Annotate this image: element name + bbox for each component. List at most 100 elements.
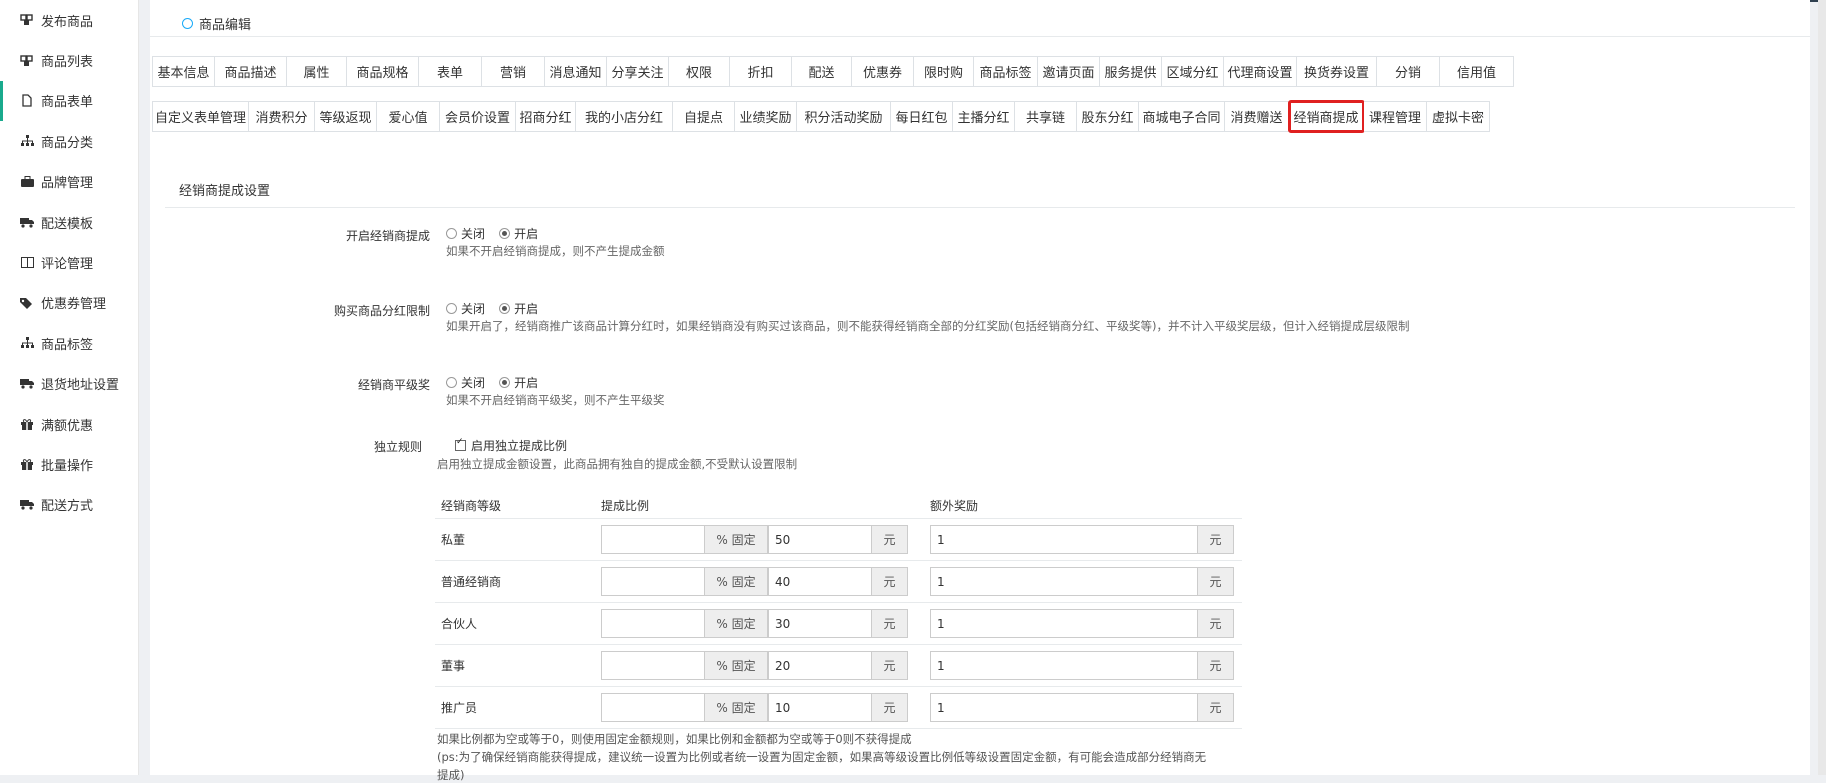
scrollbar[interactable]: [1818, 0, 1826, 775]
radio-circle[interactable]: [446, 377, 457, 388]
sidebar-item[interactable]: 批量操作: [0, 444, 138, 484]
note-2: (ps:为了确保经销商能获得提成，建议统一设置为比例或者统一设置为固定金额，如果…: [437, 750, 1207, 764]
tab[interactable]: 邀请页面: [1038, 56, 1100, 87]
tab[interactable]: 每日红包: [891, 101, 953, 132]
tab[interactable]: 经销商提成: [1288, 100, 1365, 133]
tab[interactable]: 基本信息: [152, 56, 215, 87]
ratio-input[interactable]: [601, 651, 705, 680]
tab[interactable]: 营销: [482, 56, 545, 87]
radio-circle[interactable]: [499, 303, 511, 314]
radio-peer-off[interactable]: 关闭: [446, 374, 485, 391]
extra-reward-input[interactable]: [930, 525, 1198, 554]
fixed-amount-input[interactable]: [768, 609, 872, 638]
tab[interactable]: 分享关注: [607, 56, 669, 87]
sidebar-item-label: 商品表单: [41, 95, 94, 111]
extra-reward-input[interactable]: [930, 693, 1198, 722]
tab[interactable]: 课程管理: [1364, 101, 1427, 132]
radio-enable-off[interactable]: 关闭: [446, 225, 485, 242]
tab[interactable]: 会员价设置: [440, 101, 516, 132]
radio-label: 关闭: [461, 376, 486, 390]
tab[interactable]: 代理商设置: [1224, 56, 1297, 87]
tab[interactable]: 服务提供: [1100, 56, 1162, 87]
fixed-amount-input[interactable]: [768, 693, 872, 722]
tab[interactable]: 商品规格: [347, 56, 419, 87]
tab[interactable]: 主播分红: [953, 101, 1015, 132]
sidebar-item-label: 批量操作: [41, 458, 94, 474]
tab[interactable]: 分销: [1377, 56, 1440, 87]
tab[interactable]: 积分活动奖励: [797, 101, 891, 132]
tab[interactable]: 商品标签: [974, 56, 1038, 87]
tab[interactable]: 等级返现: [315, 101, 377, 132]
extra-reward-input[interactable]: [930, 567, 1198, 596]
tab[interactable]: 消费赠送: [1225, 101, 1289, 132]
tab[interactable]: 换货券设置: [1297, 56, 1377, 87]
radio-limit-on[interactable]: 开启: [499, 300, 538, 317]
sidebar-item-label: 发布商品: [41, 14, 94, 30]
sidebar-item[interactable]: 商品列表: [0, 40, 138, 80]
ratio-input[interactable]: [601, 567, 705, 596]
tab[interactable]: 商品描述: [215, 56, 287, 87]
tab[interactable]: 我的小店分红: [576, 101, 673, 132]
tab[interactable]: 折扣: [730, 56, 792, 87]
table-row: 合伙人 % 固定 元 元: [435, 602, 1242, 645]
radio-enable-on[interactable]: 开启: [499, 225, 538, 242]
sidebar-item[interactable]: 发布商品: [0, 0, 138, 40]
tab[interactable]: 信用值: [1440, 56, 1514, 87]
extra-reward-input[interactable]: [930, 609, 1198, 638]
tab[interactable]: 限时购: [914, 56, 974, 87]
tab[interactable]: 配送: [792, 56, 852, 87]
fixed-amount-input[interactable]: [768, 525, 872, 554]
fixed-amount-input[interactable]: [768, 651, 872, 680]
extra-cell: 元: [924, 602, 1242, 645]
ratio-input[interactable]: [601, 693, 705, 722]
radio-peer-on[interactable]: 开启: [499, 374, 538, 391]
tab[interactable]: 共享链: [1015, 101, 1077, 132]
sidebar-item[interactable]: 满额优惠: [0, 404, 138, 444]
main-panel: 商品编辑 基本信息 商品描述 属性 商品规格 表单 营销 消息通知 分享关注 权限 折扣 配送 优惠券…: [150, 0, 1810, 782]
extra-reward-input[interactable]: [930, 651, 1198, 680]
tab[interactable]: 自定义表单管理: [152, 101, 249, 132]
sidebar-item[interactable]: 优惠券管理: [0, 283, 138, 323]
fixed-amount-input[interactable]: [768, 567, 872, 596]
tab[interactable]: 招商分红: [516, 101, 576, 132]
extra-cell: 元: [924, 518, 1242, 561]
tab[interactable]: 消费积分: [249, 101, 315, 132]
tab[interactable]: 优惠券: [852, 56, 914, 87]
radio-circle[interactable]: [446, 303, 457, 314]
ratio-input[interactable]: [601, 609, 705, 638]
tab[interactable]: 爱心值: [377, 101, 440, 132]
tab[interactable]: 商城电子合同: [1139, 101, 1225, 132]
sidebar-item[interactable]: 配送模板: [0, 202, 138, 242]
checkbox-box[interactable]: [455, 437, 466, 451]
radio-circle[interactable]: [499, 228, 511, 239]
sidebar-item[interactable]: 退货地址设置: [0, 364, 138, 404]
ratio-cell: % 固定 元: [595, 602, 924, 645]
tab[interactable]: 属性: [287, 56, 347, 87]
tab[interactable]: 权限: [669, 56, 730, 87]
ratio-cell: % 固定 元: [595, 518, 924, 561]
unit-addon: 元: [872, 609, 908, 638]
sidebar-item[interactable]: 商品标签: [0, 323, 138, 363]
sidebar-item[interactable]: 商品分类: [0, 121, 138, 161]
sidebar-item[interactable]: 配送方式: [0, 485, 138, 525]
radio-circle[interactable]: [499, 377, 511, 388]
tab[interactable]: 自提点: [673, 101, 735, 132]
radio-circle[interactable]: [446, 228, 457, 239]
pct-fixed-addon: % 固定: [705, 651, 768, 680]
radio-label: 开启: [514, 302, 539, 316]
tab[interactable]: 表单: [419, 56, 482, 87]
tab[interactable]: 股东分红: [1077, 101, 1139, 132]
independent-checkbox[interactable]: 启用独立提成比例: [455, 437, 567, 454]
breadcrumb-label: 商品编辑: [199, 18, 252, 33]
tab[interactable]: 业绩奖励: [735, 101, 797, 132]
sidebar-item[interactable]: 商品表单: [0, 80, 138, 122]
tab[interactable]: 区域分红: [1162, 56, 1224, 87]
sidebar-item[interactable]: 评论管理: [0, 242, 138, 282]
radio-limit-off[interactable]: 关闭: [446, 300, 485, 317]
ratio-input[interactable]: [601, 525, 705, 554]
tab[interactable]: 消息通知: [545, 56, 607, 87]
table-row: 董事 % 固定 元 元: [435, 644, 1242, 687]
ratio-cell: % 固定 元: [595, 644, 924, 687]
sidebar-item[interactable]: 品牌管理: [0, 162, 138, 202]
tab[interactable]: 虚拟卡密: [1427, 101, 1490, 132]
